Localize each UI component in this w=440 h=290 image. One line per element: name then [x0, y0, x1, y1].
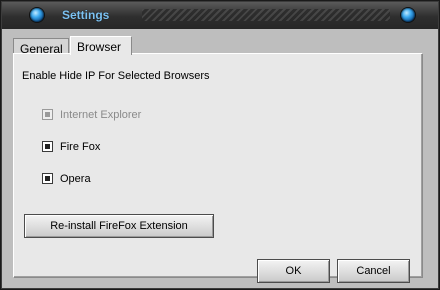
tab-general[interactable]: General: [13, 38, 69, 56]
title-bar[interactable]: Settings: [2, 2, 438, 29]
checkbox-firefox[interactable]: Fire Fox: [42, 140, 100, 153]
checkbox-box[interactable]: [42, 141, 53, 152]
checkbox-internet-explorer[interactable]: Internet Explorer: [42, 108, 141, 121]
checkbox-label: Internet Explorer: [60, 108, 142, 121]
checkbox-box[interactable]: [42, 109, 53, 120]
ok-button[interactable]: OK: [257, 259, 330, 283]
checkbox-label: Fire Fox: [60, 140, 101, 153]
browser-tab-panel: [13, 53, 423, 278]
title-bar-stripes: [142, 9, 390, 21]
browsers-heading: Enable Hide IP For Selected Browsers: [22, 70, 210, 82]
close-orb-icon[interactable]: [401, 8, 415, 22]
tab-browser[interactable]: Browser: [70, 36, 132, 55]
checkbox-opera[interactable]: Opera: [42, 172, 91, 185]
checkbox-label: Opera: [60, 172, 91, 185]
dialog-body: General Browser Enable Hide IP For Selec…: [2, 29, 438, 288]
reinstall-firefox-extension-button[interactable]: Re-install FireFox Extension: [24, 214, 214, 238]
window-title: Settings: [62, 8, 110, 22]
settings-window: Settings General Browser Enable Hide IP …: [0, 0, 440, 290]
app-orb-icon: [30, 8, 44, 22]
cancel-button[interactable]: Cancel: [337, 259, 410, 283]
panel-border: [14, 54, 422, 277]
checkbox-box[interactable]: [42, 173, 53, 184]
